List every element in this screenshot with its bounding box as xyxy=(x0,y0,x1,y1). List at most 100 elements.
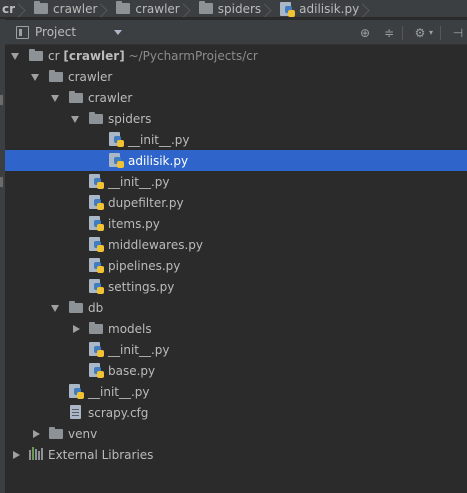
tree-label: __init__.py xyxy=(108,342,170,357)
folder-icon xyxy=(49,69,63,83)
tree-row-file[interactable]: base.py xyxy=(5,360,467,381)
folder-icon xyxy=(116,1,131,14)
chevron-down-icon[interactable] xyxy=(114,29,123,35)
library-icon xyxy=(29,447,43,461)
tree-label: base.py xyxy=(108,363,156,378)
tree-row-external-libraries[interactable]: External Libraries xyxy=(5,444,467,465)
chevron-right-icon xyxy=(20,0,28,17)
tree-row-file[interactable]: settings.py xyxy=(5,276,467,297)
breadcrumb-item-crawler[interactable]: crawler xyxy=(30,0,112,17)
python-file-icon xyxy=(69,384,84,399)
panel-title[interactable]: Project xyxy=(35,25,76,39)
tree-row-file[interactable]: __init__.py xyxy=(5,339,467,360)
tree-label: pipelines.py xyxy=(108,258,181,273)
tree-row-file-selected[interactable]: adilisik.py xyxy=(5,150,467,171)
package-folder-icon xyxy=(69,90,83,104)
tree-label: cr [crawler] ~/PycharmProjects/cr xyxy=(48,48,258,63)
collapse-icon[interactable]: ≑ xyxy=(382,26,396,40)
breadcrumb-item-adilisik[interactable]: adilisik.py xyxy=(276,0,374,17)
python-file-icon xyxy=(89,216,104,231)
tree-label: crawler xyxy=(68,69,113,84)
expand-arrow-icon[interactable] xyxy=(70,114,80,124)
python-file-icon xyxy=(89,195,104,210)
panel-toolbar: ⊕ ≑ ⚙ ▾ ⊣ xyxy=(348,20,467,45)
tree-label: __init__.py xyxy=(88,384,150,399)
hide-icon[interactable]: ⊣ xyxy=(451,26,465,40)
crumb-label: adilisik.py xyxy=(299,1,360,16)
tree-label: items.py xyxy=(108,216,160,231)
locate-icon[interactable]: ⊕ xyxy=(358,26,372,40)
tree-label: db xyxy=(88,300,104,315)
tree-row-file[interactable]: __init__.py xyxy=(5,171,467,192)
tree-row-file[interactable]: __init__.py xyxy=(5,381,467,402)
chevron-right-icon xyxy=(364,0,372,17)
collapse-arrow-icon[interactable] xyxy=(31,429,41,439)
chevron-right-icon xyxy=(185,0,193,17)
tool-strip-marker[interactable] xyxy=(0,95,3,105)
tree-row-file[interactable]: __init__.py xyxy=(5,129,467,150)
tree-row-crawler-package[interactable]: crawler xyxy=(5,87,467,108)
package-folder-icon xyxy=(89,111,103,125)
python-file-icon xyxy=(89,342,104,357)
tree-row-root[interactable]: cr [crawler] ~/PycharmProjects/cr xyxy=(5,45,467,66)
breadcrumb-item-crawler-pkg[interactable]: crawler xyxy=(112,0,194,17)
python-file-icon xyxy=(109,132,124,147)
tree-row-venv[interactable]: venv xyxy=(5,423,467,444)
collapse-arrow-icon[interactable] xyxy=(11,450,21,460)
crumb-label: spiders xyxy=(217,1,262,16)
crumb-label: crawler xyxy=(135,1,180,16)
python-file-icon xyxy=(89,279,104,294)
package-folder-icon xyxy=(69,300,83,314)
gear-dropdown-icon[interactable]: ▾ xyxy=(428,28,434,37)
tree-label: models xyxy=(108,321,152,336)
gear-icon[interactable]: ⚙ xyxy=(413,26,427,40)
python-file-icon xyxy=(89,258,104,273)
expand-arrow-icon[interactable] xyxy=(10,51,20,61)
python-file-icon xyxy=(109,153,124,168)
folder-icon xyxy=(198,1,213,14)
python-file-icon xyxy=(89,174,104,189)
tree-row-spiders[interactable]: spiders xyxy=(5,108,467,129)
tree-label: dupefilter.py xyxy=(108,195,184,210)
tree-row-file[interactable]: pipelines.py xyxy=(5,255,467,276)
tree-row-file[interactable]: dupefilter.py xyxy=(5,192,467,213)
folder-icon xyxy=(34,1,49,14)
tree-label: crawler xyxy=(88,90,133,105)
breadcrumb-item-spiders[interactable]: spiders xyxy=(195,0,276,17)
toolbar-divider xyxy=(402,25,403,40)
tree-label: External Libraries xyxy=(48,447,154,462)
tree-label: __init__.py xyxy=(108,174,170,189)
chevron-right-icon xyxy=(266,0,274,17)
tree-row-db[interactable]: db xyxy=(5,297,467,318)
tree-label: settings.py xyxy=(108,279,175,294)
expand-arrow-icon[interactable] xyxy=(30,72,40,82)
folder-icon xyxy=(29,48,43,62)
python-file-icon xyxy=(89,237,104,252)
python-file-icon xyxy=(89,363,104,378)
tree-label: __init__.py xyxy=(128,132,190,147)
tree-row-file[interactable]: scrapy.cfg xyxy=(5,402,467,423)
toolbar-divider xyxy=(440,25,441,40)
collapse-arrow-icon[interactable] xyxy=(71,324,81,334)
breadcrumb: cr crawler crawler spiders adilisik.py xyxy=(0,0,467,18)
expand-arrow-icon[interactable] xyxy=(50,93,60,103)
package-folder-icon xyxy=(89,321,103,335)
config-file-icon xyxy=(69,405,83,419)
tree-label: spiders xyxy=(108,111,152,126)
tool-strip-marker[interactable] xyxy=(0,177,3,187)
python-file-icon xyxy=(280,1,296,17)
tree-label: adilisik.py xyxy=(128,153,189,168)
chevron-right-icon xyxy=(102,0,110,17)
tree-row-file[interactable]: items.py xyxy=(5,213,467,234)
tree-row-crawler[interactable]: crawler xyxy=(5,66,467,87)
crumb-label: crawler xyxy=(53,1,98,16)
tree-row-models[interactable]: models xyxy=(5,318,467,339)
project-panel-header: Project ⊕ ≑ ⚙ ▾ ⊣ xyxy=(5,20,467,45)
folder-icon xyxy=(49,426,63,440)
tree-row-file[interactable]: middlewares.py xyxy=(5,234,467,255)
expand-arrow-icon[interactable] xyxy=(50,303,60,313)
tree-label: middlewares.py xyxy=(108,237,203,252)
tree-label: scrapy.cfg xyxy=(88,405,149,420)
breadcrumb-item-cr[interactable]: cr xyxy=(0,0,30,17)
project-icon xyxy=(16,25,29,39)
